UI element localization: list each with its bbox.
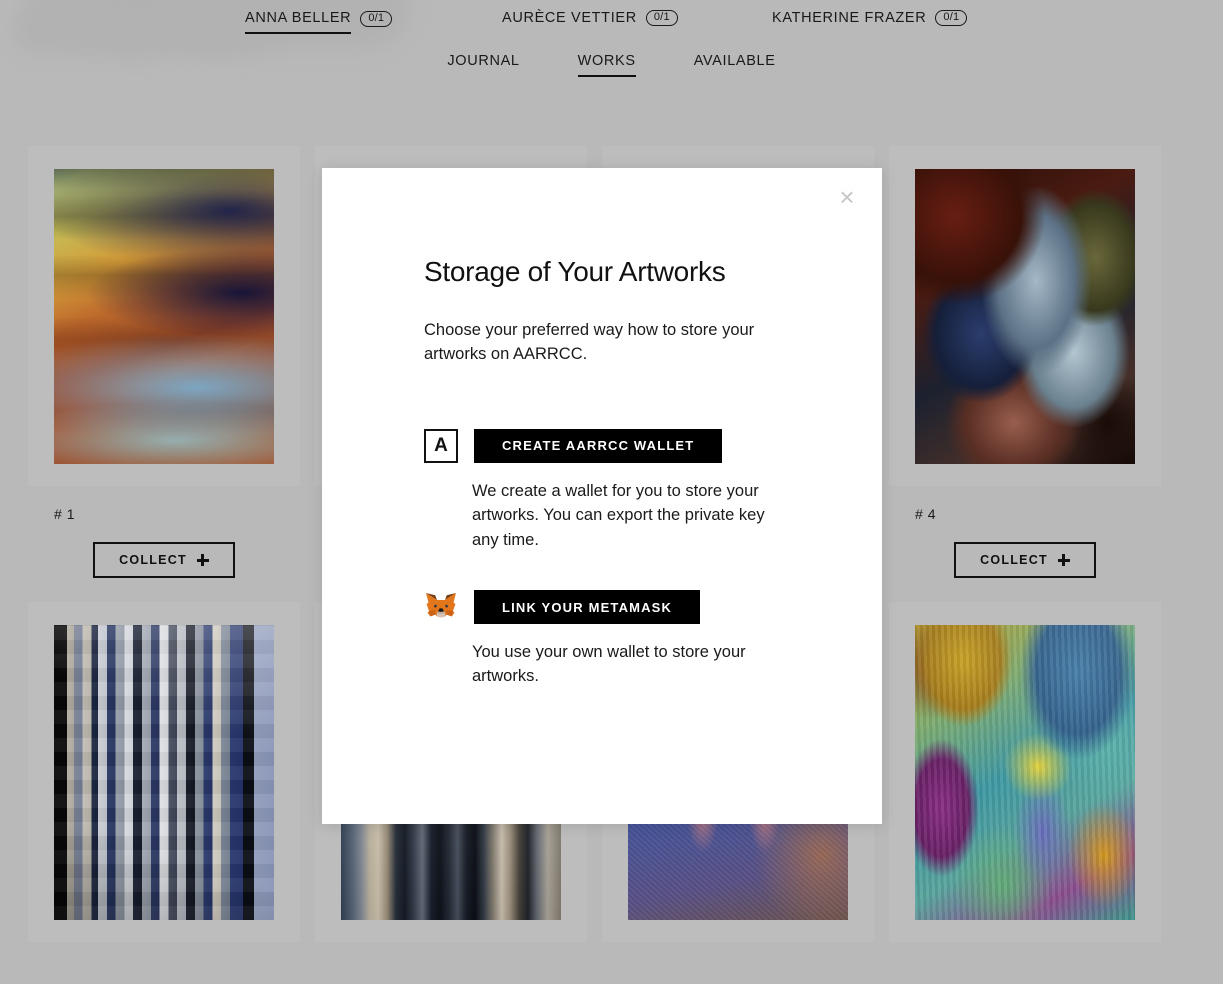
aarrcc-logo-icon: A — [424, 428, 458, 463]
close-icon[interactable]: × — [830, 180, 864, 214]
storage-modal: × Storage of Your Artworks Choose your p… — [322, 168, 882, 824]
create-aarrcc-wallet-button[interactable]: CREATE AARRCC WALLET — [474, 428, 723, 463]
option-header: A CREATE AARRCC WALLET — [424, 428, 822, 463]
link-metamask-button[interactable]: LINK YOUR METAMASK — [474, 590, 701, 625]
option-description: We create a wallet for you to store your… — [472, 481, 765, 549]
storage-option-aarrcc-wallet: A CREATE AARRCC WALLET We create a walle… — [424, 428, 822, 552]
modal-title: Storage of Your Artworks — [424, 256, 726, 287]
storage-option-metamask: LINK YOUR METAMASK You use your own wall… — [424, 590, 822, 689]
metamask-fox-icon — [424, 590, 458, 624]
option-description: You use your own wallet to store your ar… — [472, 643, 746, 686]
option-header: LINK YOUR METAMASK — [424, 590, 822, 625]
modal-body: Storage of Your Artworks Choose your pre… — [322, 168, 882, 689]
modal-subtitle: Choose your preferred way how to store y… — [424, 321, 755, 364]
